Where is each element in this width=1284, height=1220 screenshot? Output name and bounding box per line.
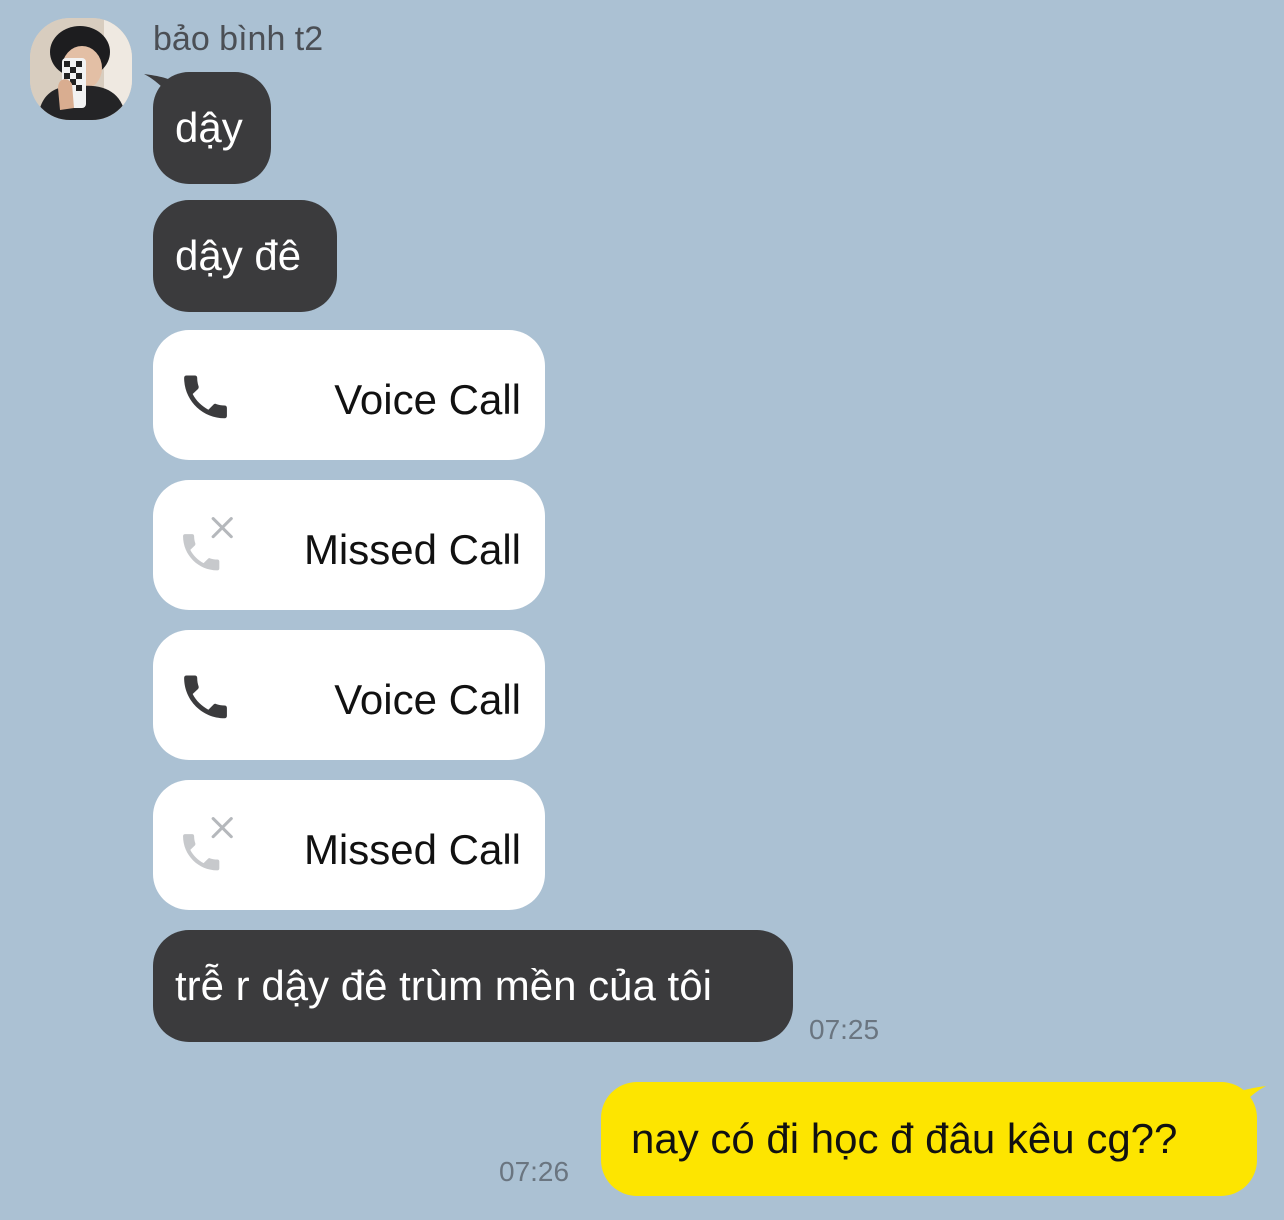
message-timestamp: 07:26 <box>499 1156 570 1187</box>
voice-call-bubble[interactable]: Voice Call <box>153 330 545 460</box>
message-text: dậy đê <box>175 232 302 279</box>
missed-call-icon <box>183 817 233 871</box>
call-label: Missed Call <box>303 826 521 873</box>
outgoing-message[interactable]: nay có đi học đ đâu kêu cg?? <box>601 1082 1257 1196</box>
missed-call-bubble[interactable]: Missed Call <box>153 480 545 610</box>
sender-name: bảo bình t2 <box>153 20 324 58</box>
incoming-message[interactable]: dậy <box>153 72 271 184</box>
message-text: trễ r dậy đê trùm mền của tôi <box>175 962 712 1009</box>
call-label: Voice Call <box>334 676 521 723</box>
message-text: dậy <box>175 104 243 151</box>
phone-icon <box>184 375 227 419</box>
sender-avatar[interactable] <box>30 18 132 120</box>
call-label: Voice Call <box>334 376 521 423</box>
phone-icon <box>184 675 227 719</box>
message-text: nay có đi học đ đâu kêu cg?? <box>631 1115 1178 1162</box>
incoming-message[interactable]: trễ r dậy đê trùm mền của tôi <box>153 930 793 1042</box>
avatar-photo <box>30 18 132 120</box>
missed-call-bubble[interactable]: Missed Call <box>153 780 545 910</box>
incoming-message[interactable]: dậy đê <box>153 200 337 312</box>
voice-call-bubble[interactable]: Voice Call <box>153 630 545 760</box>
missed-call-icon <box>183 517 233 571</box>
call-label: Missed Call <box>303 526 521 573</box>
message-timestamp: 07:25 <box>809 1014 880 1045</box>
